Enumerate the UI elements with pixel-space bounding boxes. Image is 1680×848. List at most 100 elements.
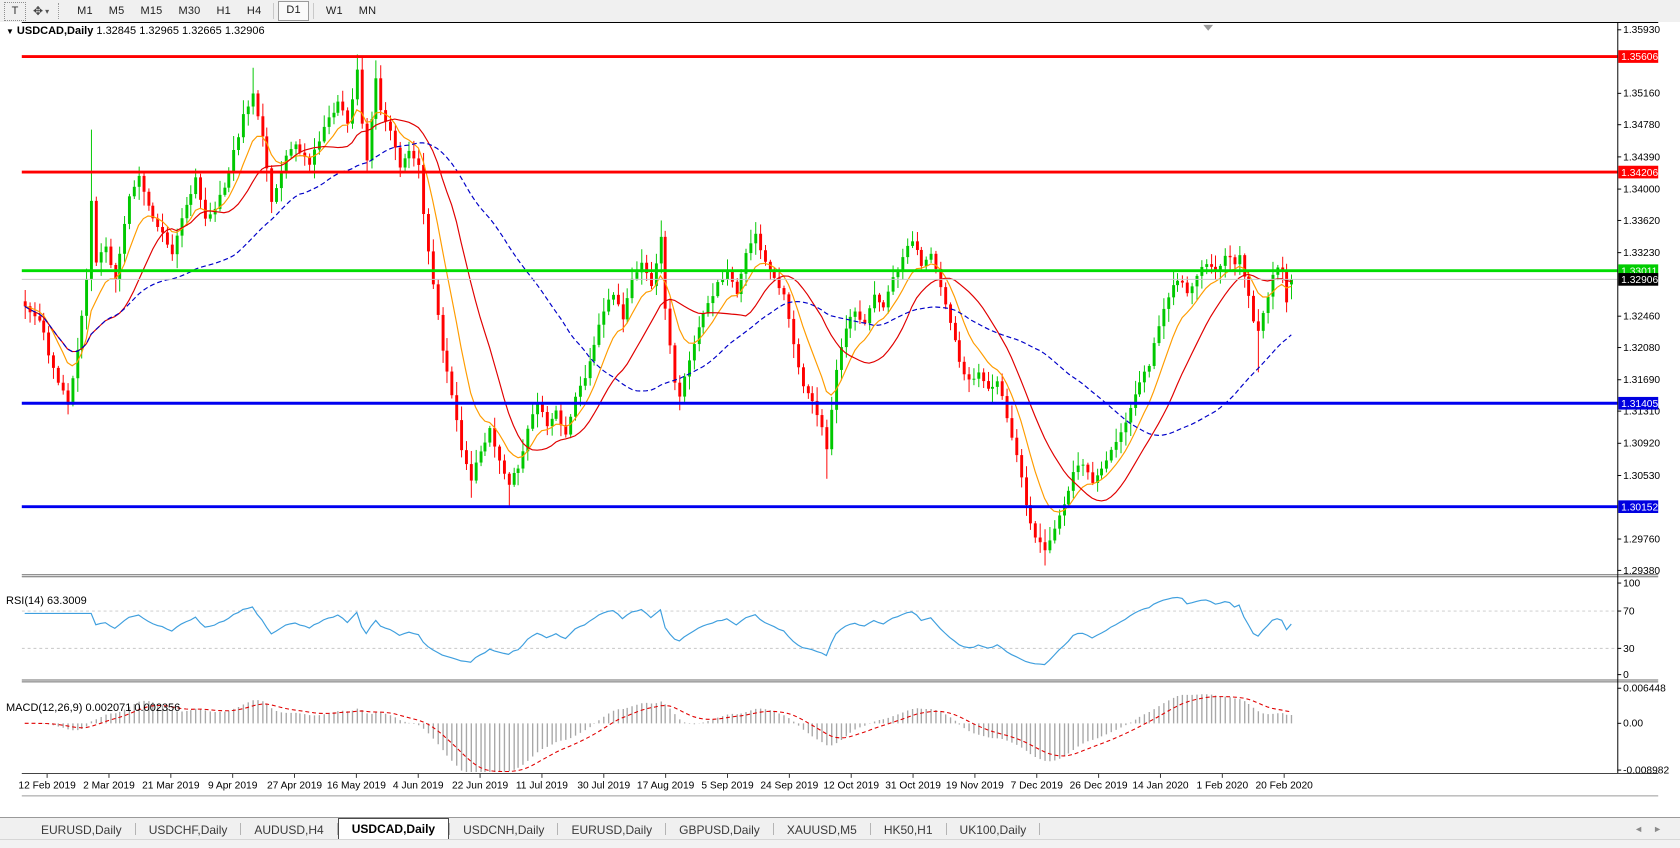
candle-body (924, 259, 928, 266)
chart-tab-usdcnh-daily[interactable]: USDCNH,Daily (450, 821, 557, 839)
rsi-axis-label: 30 (1623, 644, 1635, 655)
timeframe-button-w1[interactable]: W1 (318, 2, 351, 20)
candle-body (237, 137, 240, 150)
timeframe-button-m15[interactable]: M15 (132, 2, 170, 20)
candle-body (625, 298, 629, 320)
arrows-tool-button[interactable]: ✥ ▾ (30, 3, 52, 20)
candle-body (161, 226, 165, 233)
candle-body (1020, 455, 1024, 478)
toolbar-separator (312, 3, 314, 19)
timeframe-button-m30[interactable]: M30 (170, 2, 208, 20)
candle-body (1167, 297, 1171, 309)
candle-body (701, 313, 705, 328)
candle-body (735, 281, 739, 295)
rsi-axis-label: 70 (1623, 606, 1635, 617)
timeframe-button-m5[interactable]: M5 (101, 2, 133, 20)
candle-body (1210, 264, 1214, 267)
chart-tab-usdchf-daily[interactable]: USDCHF,Daily (136, 821, 241, 839)
candle-body (716, 282, 720, 297)
candle-body (1142, 371, 1146, 383)
timeframe-button-mn[interactable]: MN (351, 2, 385, 20)
price-tick-label: 1.33620 (1623, 216, 1660, 227)
candle-body (322, 126, 326, 142)
candle-body (848, 316, 852, 329)
candle-body (450, 371, 454, 396)
candle-body (498, 446, 502, 461)
candle-body (1176, 280, 1179, 286)
text-tool-button[interactable]: T (4, 1, 26, 21)
candle-body (592, 344, 596, 362)
price-tick-label: 1.30530 (1623, 471, 1660, 482)
candle-body (972, 378, 976, 380)
chart-tab-eurusd-daily[interactable]: EURUSD,Daily (28, 821, 135, 839)
candle-body (550, 418, 554, 427)
candle-body (516, 468, 520, 473)
candle-body (881, 302, 885, 308)
chart-symbol: USDCAD,Daily (16, 25, 94, 37)
candle-body (583, 378, 587, 386)
candle-body (1053, 528, 1057, 541)
chart-tab-audusd-h4[interactable]: AUDUSD,H4 (241, 821, 336, 839)
chart-tab-xauusd-m5[interactable]: XAUUSD,M5 (774, 821, 870, 839)
candle-body (507, 473, 511, 485)
candle-body (455, 395, 459, 421)
chart-tab-uk100-daily[interactable]: UK100,Daily (947, 821, 1040, 839)
tab-scroll-right-icon[interactable]: ► (1653, 824, 1672, 834)
date-tick-label: 7 Dec 2019 (1011, 781, 1064, 792)
candle-body (1015, 437, 1019, 456)
candle-body (1043, 542, 1047, 551)
chart-tab-eurusd-daily[interactable]: EURUSD,Daily (558, 821, 665, 839)
candle-body (1005, 396, 1009, 419)
price-tick-label: 1.35160 (1623, 89, 1660, 100)
rsi-axis-label: 100 (1623, 578, 1640, 589)
price-tick-label: 1.34000 (1623, 184, 1660, 195)
tab-scroll-left-icon[interactable]: ◄ (1634, 824, 1653, 834)
arrows-icon: ✥ (33, 4, 44, 18)
candle-body (1066, 490, 1070, 505)
timeframe-button-d1[interactable]: D1 (278, 1, 309, 21)
candle-body (915, 241, 919, 250)
timeframe-button-h4[interactable]: H4 (239, 2, 269, 20)
timeframe-button-h1[interactable]: H1 (208, 2, 238, 20)
candle-body (673, 345, 677, 383)
chart-canvas[interactable]: 1.35930 1.35160 1.34780 1.34390 1.34000 1.336… (0, 22, 1680, 848)
date-tick-label: 27 Apr 2019 (267, 781, 322, 792)
macd-axis-label: 0.006448 (1623, 684, 1666, 695)
candle-body (365, 123, 369, 161)
candle-body (47, 332, 51, 356)
candle-body (886, 291, 890, 308)
candle-body (569, 416, 573, 435)
candle-body (1152, 343, 1156, 366)
trading-app-window: T ✥ ▾ M1 M5 M15 M30 H1 H4 D1 W1 MN 1.35930 1.35160… (0, 0, 1680, 848)
candle-body (56, 367, 60, 383)
candle-body (232, 149, 236, 173)
candle-body (678, 382, 682, 397)
chart-ohlc-values: 1.32845 1.32965 1.32665 1.32906 (96, 25, 265, 37)
candle-body (398, 147, 402, 168)
candle-body (797, 344, 801, 368)
candle-body (977, 372, 981, 379)
date-tick-label: 16 May 2019 (327, 781, 386, 792)
candle-body (962, 361, 966, 375)
candle-body (982, 372, 986, 382)
candle-body (1172, 285, 1176, 298)
chevron-down-icon: ▾ (45, 6, 50, 16)
candle-body (873, 294, 877, 309)
candle-body (241, 114, 245, 138)
timeframe-button-m1[interactable]: M1 (69, 2, 101, 20)
candle-body (483, 442, 487, 452)
candle-body (1134, 394, 1138, 408)
date-tick-label: 1 Feb 2020 (1196, 781, 1248, 792)
candle-body (246, 106, 250, 115)
candle-body (294, 144, 298, 150)
tab-divider (1039, 823, 1041, 835)
chart-tab-gbpusd-daily[interactable]: GBPUSD,Daily (666, 821, 773, 839)
candle-body (474, 462, 478, 481)
candle-body (336, 101, 340, 113)
chart-tab-hk50-h1[interactable]: HK50,H1 (871, 821, 946, 839)
chart-tab-usdcad-daily[interactable]: USDCAD,Daily (337, 818, 450, 839)
candle-body (1157, 326, 1161, 344)
chart-dropdown-icon[interactable]: ▼ (6, 27, 14, 36)
candle-body (1033, 523, 1037, 538)
candle-body (987, 381, 991, 389)
